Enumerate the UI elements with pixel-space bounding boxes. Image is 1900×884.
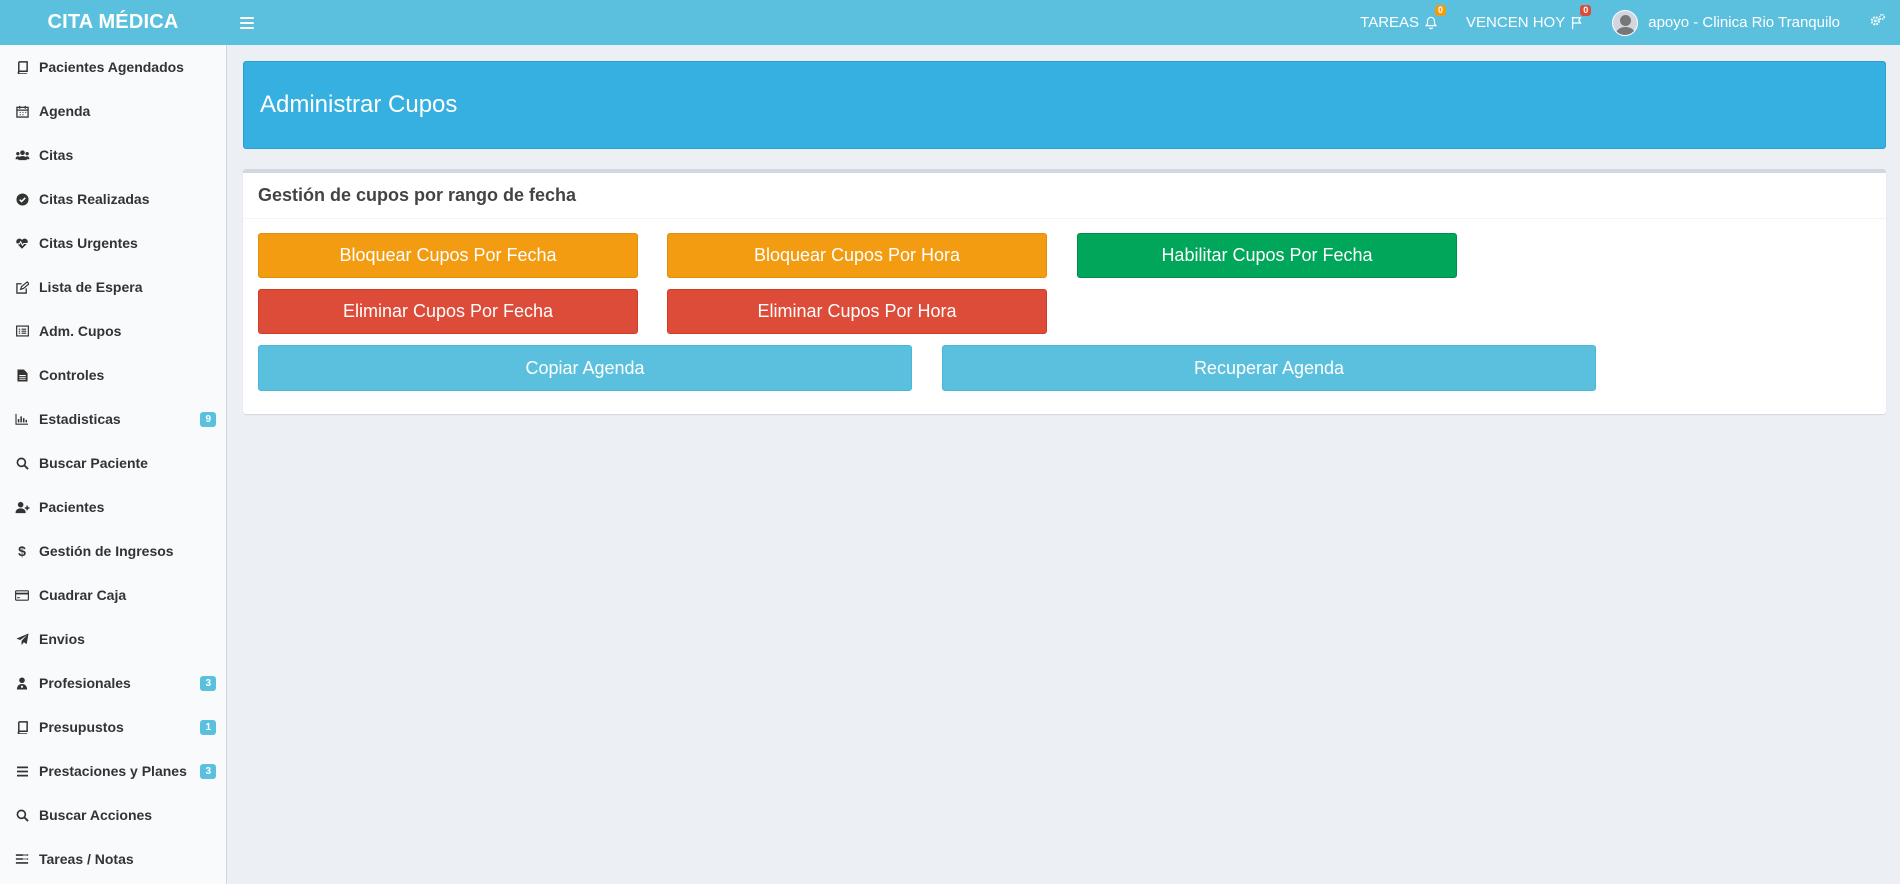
sidebar-item-profesionales[interactable]: Profesionales 3 [0,661,226,705]
sidebar-item-lista-de-espera[interactable]: Lista de Espera [0,265,226,309]
sidebar-item-label: Presupustos [39,719,124,735]
copy-agenda-button[interactable]: Copiar Agenda [258,345,912,391]
sidebar-item-buscar-acciones[interactable]: Buscar Acciones [0,793,226,837]
sidebar-item-adm-cupos[interactable]: Adm. Cupos [0,309,226,353]
sidebar-item-pacientes[interactable]: Pacientes [0,485,226,529]
sidebar-item-label: Envios [39,631,85,647]
recover-agenda-button[interactable]: Recuperar Agenda [942,345,1596,391]
flag-icon [1572,16,1582,29]
sidebar-item-citas[interactable]: Citas [0,133,226,177]
search-icon [14,807,30,823]
block-by-hour-button[interactable]: Bloquear Cupos Por Hora [667,233,1047,278]
delete-by-date-button[interactable]: Eliminar Cupos Por Fecha [258,289,638,334]
sidebar-item-label: Tareas / Notas [39,851,134,867]
sidebar-item-buscar-paciente[interactable]: Buscar Paciente [0,441,226,485]
sidebar-item-label: Pacientes Agendados [39,59,184,75]
sidebar-item-label: Lista de Espera [39,279,143,295]
sidebar-item-pacientes-agendados[interactable]: Pacientes Agendados [0,45,226,89]
cogs-icon[interactable] [1870,13,1886,32]
due-today-menu[interactable]: VENCEN HOY 0 [1466,5,1592,31]
bar-chart-icon [14,411,30,427]
sidebar-item-label: Pacientes [39,499,105,515]
file-text-icon [14,367,30,383]
book-icon [14,59,30,75]
tasks-count-badge: 0 [1435,5,1447,16]
count-badge: 9 [200,412,216,427]
sidebar-item-label: Citas Realizadas [39,191,150,207]
sidebar-item-label: Agenda [39,103,91,119]
heartbeat-icon [14,235,30,251]
tasks-icon [14,851,30,867]
due-today-count-badge: 0 [1580,5,1592,16]
dollar-icon: $ [18,543,26,559]
book-icon [14,719,30,735]
due-today-label: VENCEN HOY [1466,14,1566,31]
tasks-menu[interactable]: TAREAS 0 [1360,5,1447,31]
count-badge: 1 [200,720,216,735]
sidebar-item-label: Controles [39,367,105,383]
sidebar-item-agenda[interactable]: Agenda [0,89,226,133]
sidebar-item-tareas-notas[interactable]: Tareas / Notas [0,837,226,881]
calendar-icon [14,103,30,119]
avatar [1612,9,1639,36]
sidebar-item-label: Buscar Acciones [39,807,153,823]
count-badge: 3 [200,764,216,779]
user-menu[interactable]: apoyo - Clinica Rio Tranquilo [1612,9,1840,36]
sidebar-item-label: Profesionales [39,675,131,691]
main-content: Administrar Cupos Gestión de cupos por r… [227,45,1900,884]
sidebar-item-controles[interactable]: Controles [0,353,226,397]
sidebar-item-label: Gestión de Ingresos [39,543,174,559]
sidebar-toggle-icon[interactable] [240,16,254,29]
sidebar-item-citas-realizadas[interactable]: Citas Realizadas [0,177,226,221]
sidebar-item-label: Adm. Cupos [39,323,122,339]
sidebar-item-label: Buscar Paciente [39,455,148,471]
list-alt-icon [14,323,30,339]
sidebar-item-label: Cuadrar Caja [39,587,127,603]
user-plus-icon [14,499,30,515]
cupos-management-box: Gestión de cupos por rango de fecha Bloq… [243,169,1886,414]
box-title: Gestión de cupos por rango de fecha [258,185,577,205]
sidebar-item-envios[interactable]: Envios [0,617,226,661]
enable-by-date-button[interactable]: Habilitar Cupos Por Fecha [1077,233,1457,278]
bell-icon [1425,16,1438,29]
sidebar-item-estadisticas[interactable]: Estadisticas 9 [0,397,226,441]
check-circle-icon [14,191,30,207]
sidebar-item-presupustos[interactable]: Presupustos 1 [0,705,226,749]
search-icon [14,455,30,471]
page-header: Administrar Cupos [243,61,1886,149]
sidebar-item-gestion-de-ingresos[interactable]: $ Gestión de Ingresos [0,529,226,573]
tasks-label: TAREAS [1360,14,1420,31]
page-title: Administrar Cupos [260,91,458,118]
sidebar: Pacientes Agendados Agenda Citas Citas R… [0,45,227,884]
users-icon [14,147,30,163]
user-md-icon [14,675,30,691]
brand-logo[interactable]: CITA MÉDICA [0,0,226,45]
user-name: apoyo - Clinica Rio Tranquilo [1648,14,1840,31]
sidebar-item-cuadrar-caja[interactable]: Cuadrar Caja [0,573,226,617]
edit-icon [14,279,30,295]
sidebar-item-prestaciones-y-planes[interactable]: Prestaciones y Planes 3 [0,749,226,793]
sidebar-item-label: Citas Urgentes [39,235,138,251]
sidebar-item-label: Estadisticas [39,411,121,427]
delete-by-hour-button[interactable]: Eliminar Cupos Por Hora [667,289,1047,334]
sidebar-item-citas-urgentes[interactable]: Citas Urgentes [0,221,226,265]
credit-card-icon [14,587,30,603]
block-by-date-button[interactable]: Bloquear Cupos Por Fecha [258,233,638,278]
top-navbar: CITA MÉDICA TAREAS 0 VENCEN HOY 0 apoyo … [0,0,1900,45]
sidebar-item-label: Citas [39,147,74,163]
sidebar-item-label: Prestaciones y Planes [39,763,187,779]
count-badge: 3 [200,676,216,691]
bars-icon [14,763,30,779]
paper-plane-icon [14,631,30,647]
box-header: Gestión de cupos por rango de fecha [243,173,1886,219]
